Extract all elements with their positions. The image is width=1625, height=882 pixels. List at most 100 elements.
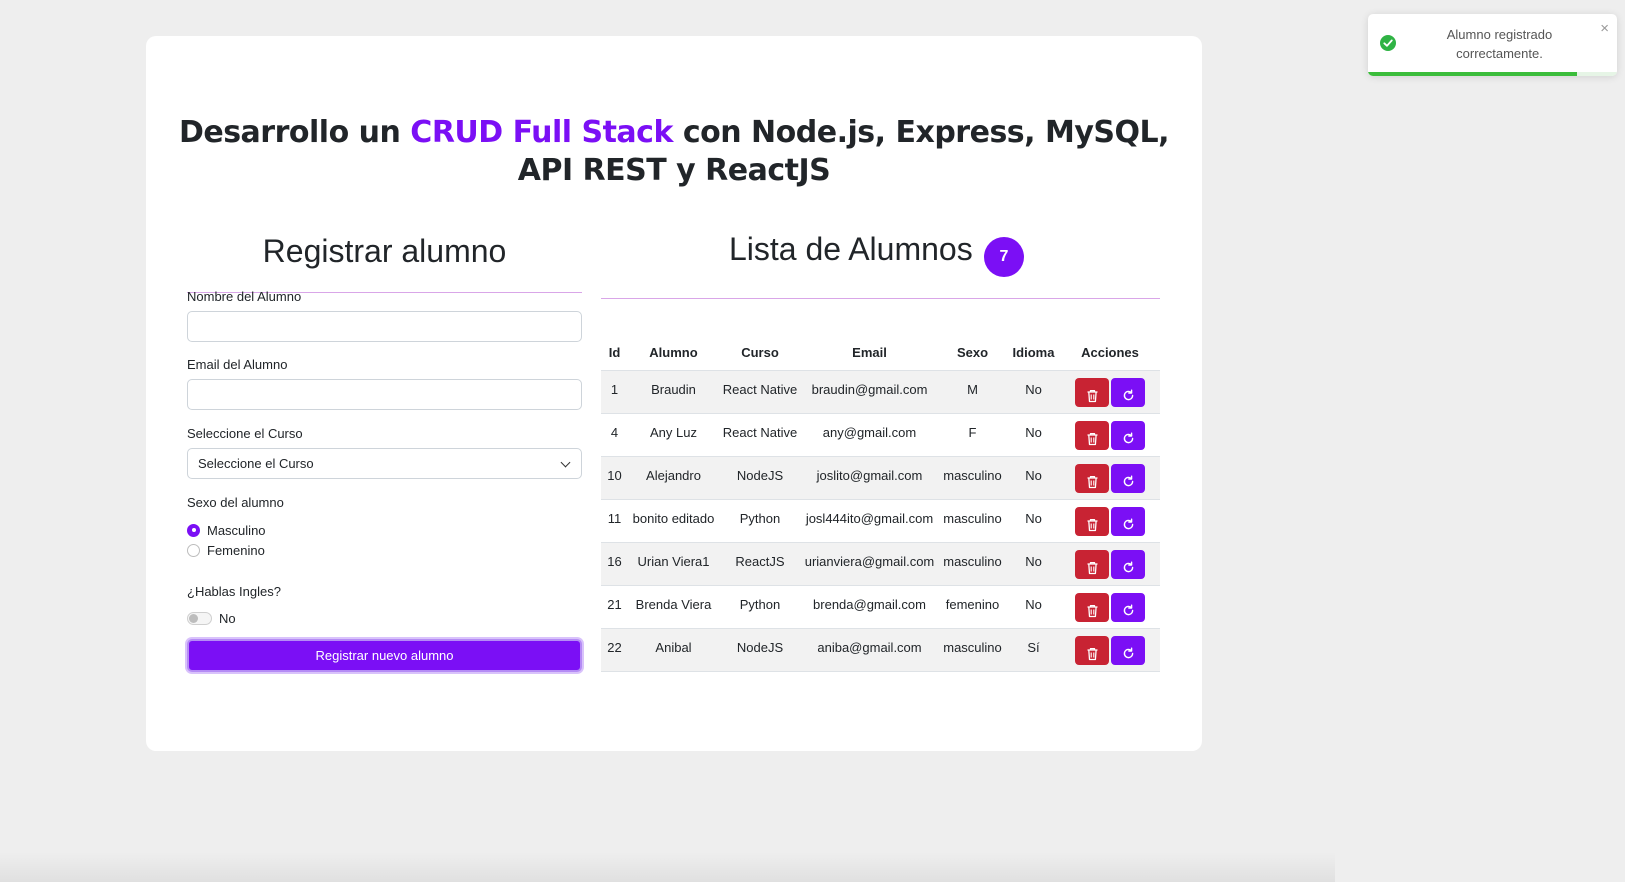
title-prefix: Desarrollo un [178, 115, 411, 150]
radio-femenino-control[interactable] [187, 543, 200, 557]
cell-email: braudin@gmail.com [801, 370, 938, 414]
table-row: 22 Anibal NodeJS aniba@gmail.com masculino Sí [601, 628, 1160, 672]
refresh-icon [1111, 561, 1145, 574]
cell-actions [1060, 585, 1160, 629]
cell-actions [1060, 456, 1160, 500]
cell-curso: NodeJS [719, 628, 801, 672]
cell-id: 16 [601, 542, 628, 586]
cell-alumno: Urian Viera1 [628, 542, 719, 586]
delete-button[interactable] [1075, 592, 1109, 622]
col-header-alumno: Alumno [628, 336, 719, 371]
refresh-icon [1111, 432, 1145, 445]
refresh-icon [1111, 475, 1145, 488]
page-title: Desarrollo un CRUD Full Stack con Node.j… [146, 114, 1202, 190]
update-button[interactable] [1111, 592, 1145, 622]
cell-id: 21 [601, 585, 628, 629]
delete-button[interactable] [1075, 635, 1109, 665]
delete-button[interactable] [1075, 463, 1109, 493]
col-header-id: Id [601, 336, 628, 371]
cell-curso: Python [719, 585, 801, 629]
trash-icon [1075, 561, 1109, 575]
cell-sexo: femenino [938, 585, 1007, 629]
radio-femenino-label: Femenino [207, 542, 265, 558]
update-button[interactable] [1111, 549, 1145, 579]
col-header-acciones: Acciones [1060, 336, 1160, 371]
cell-idioma: No [1007, 413, 1060, 457]
refresh-icon [1111, 518, 1145, 531]
course-label: Seleccione el Curso [187, 426, 303, 441]
cell-curso: React Native [719, 413, 801, 457]
radio-masculino-control[interactable] [187, 523, 200, 537]
chevron-down-icon [560, 457, 571, 468]
delete-button[interactable] [1075, 506, 1109, 536]
cell-email: joslito@gmail.com [801, 456, 938, 500]
delete-button[interactable] [1075, 377, 1109, 407]
cell-curso: React Native [719, 370, 801, 414]
table-row: 16 Urian Viera1 ReactJS urianviera@gmail.co… [601, 542, 1160, 586]
cell-sexo: F [938, 413, 1007, 457]
course-select[interactable]: Seleccione el Curso [187, 448, 582, 479]
course-select-value: Seleccione el Curso [198, 456, 314, 471]
table-row: 11 bonito editado Python josl444ito@gmail.c… [601, 499, 1160, 543]
cell-email: urianviera@gmail.com [801, 542, 938, 586]
table-header-row: Id Alumno Curso Email Sexo Idioma Accion… [601, 336, 1160, 371]
delete-button[interactable] [1075, 420, 1109, 450]
update-button[interactable] [1111, 506, 1145, 536]
cell-email: aniba@gmail.com [801, 628, 938, 672]
cell-curso: ReactJS [719, 542, 801, 586]
update-button[interactable] [1111, 463, 1145, 493]
cell-idioma: No [1007, 585, 1060, 629]
trash-icon [1075, 432, 1109, 446]
title-suffix: con Node.js, Express, MySQL, [672, 115, 1170, 150]
toast-message: Alumno registrado correctamente. [1446, 27, 1553, 61]
name-input[interactable] [187, 311, 582, 342]
cell-alumno: Anibal [628, 628, 719, 672]
col-header-idioma: Idioma [1007, 336, 1060, 371]
update-button[interactable] [1111, 635, 1145, 665]
trash-icon [1075, 475, 1109, 489]
cell-actions [1060, 499, 1160, 543]
cell-sexo: masculino [938, 542, 1007, 586]
cell-actions [1060, 370, 1160, 414]
update-button[interactable] [1111, 420, 1145, 450]
english-toggle-row[interactable]: No [187, 609, 236, 627]
cell-id: 1 [601, 370, 628, 414]
form-title: Registrar alumno [262, 233, 507, 269]
name-label: Nombre del Alumno [187, 289, 302, 304]
col-header-email: Email [801, 336, 938, 371]
english-label: ¿Hablas Ingles? [187, 584, 281, 599]
trash-icon [1075, 647, 1109, 661]
cell-sexo: masculino [938, 456, 1007, 500]
radio-masculino[interactable]: Masculino [187, 521, 266, 539]
update-button[interactable] [1111, 377, 1145, 407]
cell-idioma: No [1007, 499, 1060, 543]
sex-label: Sexo del alumno [187, 495, 284, 510]
trash-icon [1075, 604, 1109, 618]
cell-alumno: Brenda Viera [628, 585, 719, 629]
english-toggle[interactable] [187, 611, 212, 625]
title-line-2: API REST y ReactJS [517, 153, 831, 188]
students-table: Id Alumno Curso Email Sexo Idioma Accion… [601, 336, 1160, 672]
table-row: 10 Alejandro NodeJS joslito@gmail.com mascul… [601, 456, 1160, 500]
cell-email: any@gmail.com [801, 413, 938, 457]
close-icon[interactable]: × [1600, 20, 1609, 37]
cell-email: brenda@gmail.com [801, 585, 938, 629]
cell-alumno: Alejandro [628, 456, 719, 500]
cell-alumno: Any Luz [628, 413, 719, 457]
trash-icon [1075, 518, 1109, 532]
toast-progress-bar [1368, 72, 1578, 76]
cell-alumno: bonito editado [628, 499, 719, 543]
refresh-icon [1111, 604, 1145, 617]
email-input[interactable] [187, 379, 582, 410]
list-title: Lista de Alumnos [729, 231, 973, 267]
radio-femenino[interactable]: Femenino [187, 541, 265, 559]
cell-idioma: Sí [1007, 628, 1060, 672]
cell-id: 4 [601, 413, 628, 457]
refresh-icon [1111, 389, 1145, 402]
table-row: 4 Any Luz React Native any@gmail.com F No [601, 413, 1160, 457]
register-button[interactable]: Registrar nuevo alumno [187, 639, 582, 672]
col-header-curso: Curso [719, 336, 801, 371]
trash-icon [1075, 389, 1109, 403]
cell-actions [1060, 628, 1160, 672]
delete-button[interactable] [1075, 549, 1109, 579]
